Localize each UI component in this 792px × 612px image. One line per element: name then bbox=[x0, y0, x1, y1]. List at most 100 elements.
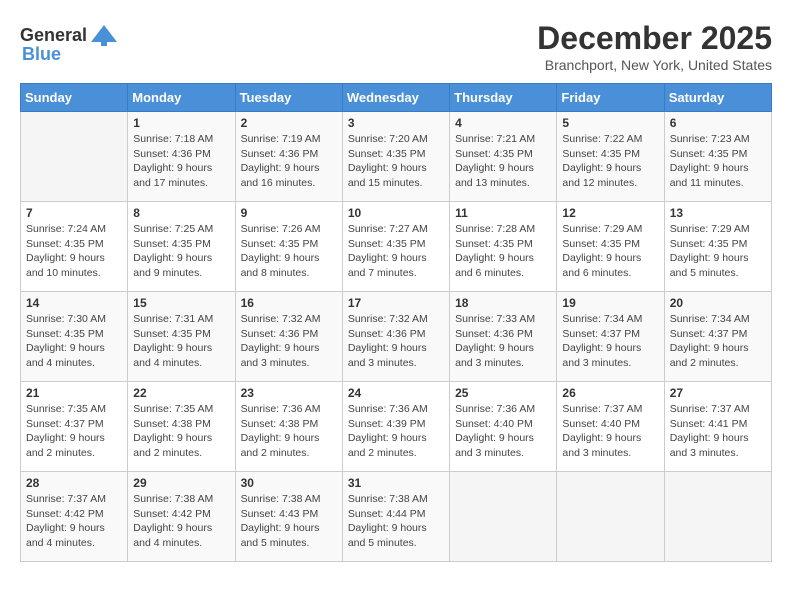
day-info: Sunrise: 7:29 AMSunset: 4:35 PMDaylight:… bbox=[562, 222, 658, 281]
day-number: 26 bbox=[562, 386, 658, 400]
day-info: Sunrise: 7:36 AMSunset: 4:39 PMDaylight:… bbox=[348, 402, 444, 461]
calendar-cell bbox=[450, 472, 557, 562]
calendar-body: 1 Sunrise: 7:18 AMSunset: 4:36 PMDaylight… bbox=[21, 112, 772, 562]
calendar-cell: 7 Sunrise: 7:24 AMSunset: 4:35 PMDaylight… bbox=[21, 202, 128, 292]
calendar-cell: 5 Sunrise: 7:22 AMSunset: 4:35 PMDaylight… bbox=[557, 112, 664, 202]
calendar-week-row: 14 Sunrise: 7:30 AMSunset: 4:35 PMDayligh… bbox=[21, 292, 772, 382]
day-number: 2 bbox=[241, 116, 337, 130]
day-info: Sunrise: 7:36 AMSunset: 4:40 PMDaylight:… bbox=[455, 402, 551, 461]
day-info: Sunrise: 7:27 AMSunset: 4:35 PMDaylight:… bbox=[348, 222, 444, 281]
day-number: 3 bbox=[348, 116, 444, 130]
day-number: 18 bbox=[455, 296, 551, 310]
calendar-cell: 8 Sunrise: 7:25 AMSunset: 4:35 PMDaylight… bbox=[128, 202, 235, 292]
calendar-cell: 14 Sunrise: 7:30 AMSunset: 4:35 PMDayligh… bbox=[21, 292, 128, 382]
day-info: Sunrise: 7:34 AMSunset: 4:37 PMDaylight:… bbox=[670, 312, 766, 371]
calendar-cell: 20 Sunrise: 7:34 AMSunset: 4:37 PMDayligh… bbox=[664, 292, 771, 382]
day-info: Sunrise: 7:24 AMSunset: 4:35 PMDaylight:… bbox=[26, 222, 122, 281]
calendar-cell: 25Sunrise: 7:36 AMSunset: 4:40 PMDayligh… bbox=[450, 382, 557, 472]
calendar-cell: 27Sunrise: 7:37 AMSunset: 4:41 PMDayligh… bbox=[664, 382, 771, 472]
day-info: Sunrise: 7:35 AMSunset: 4:38 PMDaylight:… bbox=[133, 402, 229, 461]
day-info: Sunrise: 7:23 AMSunset: 4:35 PMDaylight:… bbox=[670, 132, 766, 191]
calendar-cell: 28 Sunrise: 7:37 AMSunset: 4:42 PMDayligh… bbox=[21, 472, 128, 562]
calendar-cell: 17Sunrise: 7:32 AMSunset: 4:36 PMDayligh… bbox=[342, 292, 449, 382]
day-number: 16 bbox=[241, 296, 337, 310]
calendar-cell bbox=[21, 112, 128, 202]
calendar-cell: 4Sunrise: 7:21 AMSunset: 4:35 PMDaylight… bbox=[450, 112, 557, 202]
calendar-week-row: 28 Sunrise: 7:37 AMSunset: 4:42 PMDayligh… bbox=[21, 472, 772, 562]
day-info: Sunrise: 7:32 AMSunset: 4:36 PMDaylight:… bbox=[348, 312, 444, 371]
day-number: 14 bbox=[26, 296, 122, 310]
calendar-header: SundayMondayTuesdayWednesdayThursdayFrid… bbox=[21, 84, 772, 112]
day-of-week-header: Monday bbox=[128, 84, 235, 112]
day-number: 7 bbox=[26, 206, 122, 220]
day-number: 28 bbox=[26, 476, 122, 490]
logo: General Blue bbox=[20, 20, 119, 65]
day-number: 19 bbox=[562, 296, 658, 310]
day-of-week-header: Tuesday bbox=[235, 84, 342, 112]
calendar-cell: 19 Sunrise: 7:34 AMSunset: 4:37 PMDayligh… bbox=[557, 292, 664, 382]
day-info: Sunrise: 7:19 AMSunset: 4:36 PMDaylight:… bbox=[241, 132, 337, 191]
day-info: Sunrise: 7:28 AMSunset: 4:35 PMDaylight:… bbox=[455, 222, 551, 281]
day-number: 5 bbox=[562, 116, 658, 130]
calendar-cell bbox=[557, 472, 664, 562]
day-info: Sunrise: 7:25 AMSunset: 4:35 PMDaylight:… bbox=[133, 222, 229, 281]
day-info: Sunrise: 7:38 AMSunset: 4:43 PMDaylight:… bbox=[241, 492, 337, 551]
day-info: Sunrise: 7:38 AMSunset: 4:42 PMDaylight:… bbox=[133, 492, 229, 551]
calendar-cell: 30Sunrise: 7:38 AMSunset: 4:43 PMDayligh… bbox=[235, 472, 342, 562]
day-number: 1 bbox=[133, 116, 229, 130]
day-of-week-header: Wednesday bbox=[342, 84, 449, 112]
calendar-cell: 11 Sunrise: 7:28 AMSunset: 4:35 PMDayligh… bbox=[450, 202, 557, 292]
calendar-cell: 22 Sunrise: 7:35 AMSunset: 4:38 PMDayligh… bbox=[128, 382, 235, 472]
day-info: Sunrise: 7:31 AMSunset: 4:35 PMDaylight:… bbox=[133, 312, 229, 371]
day-of-week-header: Friday bbox=[557, 84, 664, 112]
day-info: Sunrise: 7:30 AMSunset: 4:35 PMDaylight:… bbox=[26, 312, 122, 371]
calendar-cell: 16Sunrise: 7:32 AMSunset: 4:36 PMDayligh… bbox=[235, 292, 342, 382]
day-number: 23 bbox=[241, 386, 337, 400]
calendar-cell: 31 Sunrise: 7:38 AMSunset: 4:44 PMDayligh… bbox=[342, 472, 449, 562]
calendar-cell: 1 Sunrise: 7:18 AMSunset: 4:36 PMDaylight… bbox=[128, 112, 235, 202]
calendar-cell: 12Sunrise: 7:29 AMSunset: 4:35 PMDayligh… bbox=[557, 202, 664, 292]
day-of-week-header: Sunday bbox=[21, 84, 128, 112]
day-info: Sunrise: 7:38 AMSunset: 4:44 PMDaylight:… bbox=[348, 492, 444, 551]
day-info: Sunrise: 7:20 AMSunset: 4:35 PMDaylight:… bbox=[348, 132, 444, 191]
calendar-week-row: 7 Sunrise: 7:24 AMSunset: 4:35 PMDaylight… bbox=[21, 202, 772, 292]
day-number: 6 bbox=[670, 116, 766, 130]
day-number: 8 bbox=[133, 206, 229, 220]
day-info: Sunrise: 7:37 AMSunset: 4:40 PMDaylight:… bbox=[562, 402, 658, 461]
day-number: 15 bbox=[133, 296, 229, 310]
day-info: Sunrise: 7:33 AMSunset: 4:36 PMDaylight:… bbox=[455, 312, 551, 371]
day-info: Sunrise: 7:29 AMSunset: 4:35 PMDaylight:… bbox=[670, 222, 766, 281]
calendar-cell: 29Sunrise: 7:38 AMSunset: 4:42 PMDayligh… bbox=[128, 472, 235, 562]
day-number: 11 bbox=[455, 206, 551, 220]
day-info: Sunrise: 7:37 AMSunset: 4:42 PMDaylight:… bbox=[26, 492, 122, 551]
day-info: Sunrise: 7:22 AMSunset: 4:35 PMDaylight:… bbox=[562, 132, 658, 191]
days-of-week-row: SundayMondayTuesdayWednesdayThursdayFrid… bbox=[21, 84, 772, 112]
logo-icon bbox=[89, 20, 119, 50]
day-number: 21 bbox=[26, 386, 122, 400]
day-number: 22 bbox=[133, 386, 229, 400]
day-info: Sunrise: 7:34 AMSunset: 4:37 PMDaylight:… bbox=[562, 312, 658, 371]
day-info: Sunrise: 7:21 AMSunset: 4:35 PMDaylight:… bbox=[455, 132, 551, 191]
day-number: 20 bbox=[670, 296, 766, 310]
calendar-cell: 3 Sunrise: 7:20 AMSunset: 4:35 PMDaylight… bbox=[342, 112, 449, 202]
day-info: Sunrise: 7:26 AMSunset: 4:35 PMDaylight:… bbox=[241, 222, 337, 281]
calendar-cell bbox=[664, 472, 771, 562]
day-number: 13 bbox=[670, 206, 766, 220]
day-number: 10 bbox=[348, 206, 444, 220]
page-header: General Blue December 2025 Branchport, N… bbox=[20, 20, 772, 73]
calendar-cell: 24Sunrise: 7:36 AMSunset: 4:39 PMDayligh… bbox=[342, 382, 449, 472]
day-number: 31 bbox=[348, 476, 444, 490]
day-of-week-header: Saturday bbox=[664, 84, 771, 112]
month-title: December 2025 bbox=[537, 20, 772, 57]
day-info: Sunrise: 7:18 AMSunset: 4:36 PMDaylight:… bbox=[133, 132, 229, 191]
calendar-table: SundayMondayTuesdayWednesdayThursdayFrid… bbox=[20, 83, 772, 562]
calendar-cell: 13 Sunrise: 7:29 AMSunset: 4:35 PMDayligh… bbox=[664, 202, 771, 292]
day-info: Sunrise: 7:35 AMSunset: 4:37 PMDaylight:… bbox=[26, 402, 122, 461]
calendar-week-row: 1 Sunrise: 7:18 AMSunset: 4:36 PMDaylight… bbox=[21, 112, 772, 202]
calendar-cell: 10 Sunrise: 7:27 AMSunset: 4:35 PMDayligh… bbox=[342, 202, 449, 292]
day-info: Sunrise: 7:36 AMSunset: 4:38 PMDaylight:… bbox=[241, 402, 337, 461]
calendar-week-row: 21 Sunrise: 7:35 AMSunset: 4:37 PMDayligh… bbox=[21, 382, 772, 472]
logo-general-text: General bbox=[20, 25, 87, 46]
logo-blue-text: Blue bbox=[22, 44, 61, 65]
calendar-cell: 18 Sunrise: 7:33 AMSunset: 4:36 PMDayligh… bbox=[450, 292, 557, 382]
